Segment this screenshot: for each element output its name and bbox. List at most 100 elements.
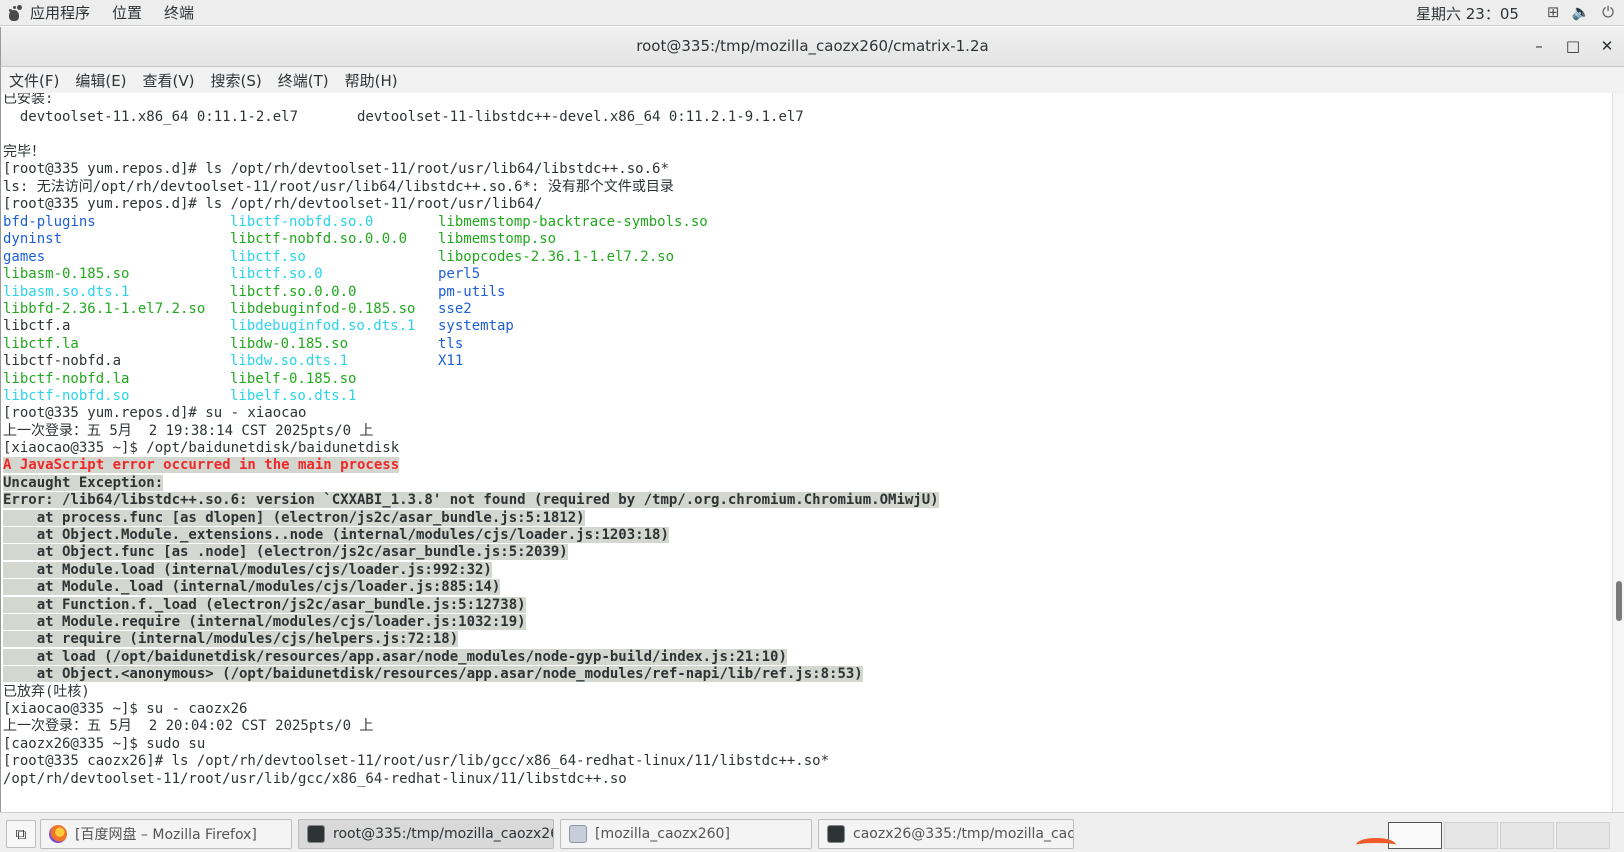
- ls-entry: libelf.so.dts.1: [230, 388, 357, 404]
- menu-file[interactable]: 文件(F): [9, 70, 59, 91]
- ls-entry: games: [3, 248, 46, 265]
- places-menu[interactable]: 位置: [112, 2, 142, 23]
- workspace-switcher: [1388, 822, 1610, 849]
- workspace-4[interactable]: [1556, 822, 1610, 849]
- gnome-foot-icon: [6, 4, 24, 22]
- ls-entry: libelf-0.185.so: [230, 370, 357, 387]
- terminal-output[interactable]: 已安装: devtoolset-11.x86_64 0:11.1-2.el7 d…: [0, 93, 1612, 812]
- volume-icon[interactable]: 🔈: [1571, 3, 1590, 21]
- scrollbar-thumb[interactable]: [1616, 581, 1622, 621]
- stack-trace-line: at Object.func [as .node] (electron/js2c…: [3, 544, 568, 560]
- ls-entry: libdw-0.185.so: [230, 335, 349, 352]
- ls-entry: X11: [438, 353, 464, 370]
- clock[interactable]: 星期六 23：05: [1416, 3, 1519, 24]
- task-terminal-root[interactable]: root@335:/tmp/mozilla_caozx260/…: [298, 819, 554, 849]
- ls-entry: tls: [438, 335, 464, 352]
- terminal-line: /opt/rh/devtoolset-11/root/usr/lib/gcc/x…: [3, 771, 627, 787]
- task-file-manager[interactable]: [mozilla_caozx260]: [560, 819, 812, 849]
- ls-entry: libasm-0.185.so: [3, 266, 130, 283]
- terminal-line: devtoolset-11.x86_64 0:11.1-2.el7 devtoo…: [3, 109, 804, 125]
- stack-trace-line: at Object.<anonymous> (/opt/baidunetdisk…: [3, 666, 863, 682]
- menu-terminal[interactable]: 终端(T): [278, 70, 329, 91]
- terminal-line: [xiaocao@335 ~]$ /opt/baidunetdisk/baidu…: [3, 440, 400, 456]
- error-line: Error: /lib64/libstdc++.so.6: version `C…: [3, 492, 939, 508]
- ls-entry: libdw.so.dts.1: [230, 353, 349, 370]
- ls-entry: libctf.a: [3, 318, 71, 335]
- workspace-2[interactable]: [1444, 822, 1498, 849]
- task-firefox[interactable]: [百度网盘 – Mozilla Firefox]: [40, 819, 292, 849]
- ls-entry: systemtap: [438, 318, 514, 335]
- ls-entry: libctf-nobfd.so.0: [230, 214, 374, 230]
- workspace-3[interactable]: [1500, 822, 1554, 849]
- stack-trace-line: at Module._load (internal/modules/cjs/lo…: [3, 579, 501, 595]
- stack-trace-line: at require (internal/modules/cjs/helpers…: [3, 631, 459, 647]
- error-heading: A JavaScript error occurred in the main …: [3, 457, 400, 473]
- workspace-1[interactable]: [1388, 822, 1442, 849]
- show-desktop-button[interactable]: ⧉: [6, 820, 36, 848]
- task-label: [mozilla_caozx260]: [595, 826, 730, 842]
- ls-entry: libasm.so.dts.1: [3, 283, 130, 300]
- terminal-line: [root@335 yum.repos.d]# ls /opt/rh/devto…: [3, 161, 669, 177]
- applications-menu[interactable]: 应用程序: [30, 2, 90, 23]
- ls-entry: libctf-nobfd.so: [3, 388, 130, 404]
- menubar: 文件(F) 编辑(E) 查看(V) 搜索(S) 终端(T) 帮助(H): [0, 67, 1624, 93]
- ls-entry: libctf-nobfd.so.0.0.0: [230, 231, 408, 248]
- terminal-line: 已放弃(吐核): [3, 684, 90, 700]
- ls-entry: libdebuginfod-0.185.so: [230, 301, 416, 317]
- menu-search[interactable]: 搜索(S): [211, 70, 262, 91]
- window-titlebar[interactable]: root@335:/tmp/mozilla_caozx260/cmatrix-1…: [0, 27, 1624, 67]
- stack-trace-line: at Module.load (internal/modules/cjs/loa…: [3, 562, 492, 578]
- menu-help[interactable]: 帮助(H): [345, 70, 398, 91]
- firefox-icon: [49, 825, 67, 843]
- stack-trace-line: at process.func [as dlopen] (electron/js…: [3, 510, 585, 526]
- ls-entry: libctf.so.0: [230, 266, 323, 283]
- minimize-button[interactable]: –: [1522, 33, 1556, 59]
- ls-entry: sse2: [438, 301, 472, 317]
- menu-view[interactable]: 查看(V): [143, 70, 195, 91]
- ls-entry: dyninst: [3, 231, 63, 248]
- task-label: root@335:/tmp/mozilla_caozx260/…: [333, 826, 553, 842]
- terminal-line: 完毕！: [3, 144, 45, 160]
- ls-entry: libctf.so: [230, 248, 306, 265]
- terminal-line: 上一次登录：五 5月 2 20:04:02 CST 2025pts/0 上: [3, 718, 374, 734]
- terminal-scrollbar[interactable]: [1612, 93, 1624, 812]
- ls-entry: libdebuginfod.so.dts.1: [230, 318, 416, 335]
- terminal-line: 已安装:: [3, 93, 54, 107]
- error-line: Uncaught Exception:: [3, 475, 164, 491]
- stack-trace-line: at load (/opt/baidunetdisk/resources/app…: [3, 649, 787, 665]
- terminal-line: 上一次登录：五 5月 2 19:38:14 CST 2025pts/0 上: [3, 423, 374, 439]
- ls-entry: perl5: [438, 266, 481, 283]
- ls-entry: libmemstomp-backtrace-symbols.so: [438, 214, 708, 230]
- terminal-app-menu[interactable]: 终端: [164, 2, 194, 23]
- terminal-line: [root@335 caozx26]# ls /opt/rh/devtoolse…: [3, 753, 830, 769]
- terminal-line: [root@335 yum.repos.d]# su - xiaocao: [3, 405, 307, 421]
- network-icon[interactable]: ⊞: [1547, 3, 1560, 21]
- menu-edit[interactable]: 编辑(E): [75, 70, 126, 91]
- stack-trace-line: at Function.f._load (electron/js2c/asar_…: [3, 597, 526, 613]
- terminal-icon: [307, 825, 325, 843]
- ls-entry: libctf-nobfd.la: [3, 370, 130, 387]
- ls-entry: libmemstomp.so: [438, 231, 557, 248]
- top-panel: 应用程序 位置 终端 星期六 23：05 ⊞ 🔈 ⏻: [0, 0, 1624, 26]
- ls-entry: libctf.la: [3, 335, 79, 352]
- task-label: [百度网盘 – Mozilla Firefox]: [75, 827, 257, 843]
- power-icon[interactable]: ⏻: [1602, 3, 1614, 21]
- terminal-line: [xiaocao@335 ~]$ su - caozx26: [3, 701, 248, 717]
- ls-entry: libbfd-2.36.1-1.el7.2.so: [3, 301, 206, 317]
- ls-entry: bfd-plugins: [3, 214, 96, 230]
- ls-entry: pm-utils: [438, 283, 506, 300]
- stack-trace-line: at Module.require (internal/modules/cjs/…: [3, 614, 526, 630]
- terminal-line: [root@335 yum.repos.d]# ls /opt/rh/devto…: [3, 196, 543, 212]
- terminal-line: ls: 无法访问/opt/rh/devtoolset-11/root/usr/l…: [3, 179, 674, 195]
- task-terminal-caozx26[interactable]: caozx26@335:/tmp/mozilla_caozx…: [818, 819, 1074, 849]
- ls-entry: libctf-nobfd.a: [3, 353, 122, 370]
- ls-entry: libctf.so.0.0.0: [230, 283, 357, 300]
- close-button[interactable]: ✕: [1590, 33, 1624, 59]
- annotation-mark: [1356, 838, 1396, 852]
- window-title: root@335:/tmp/mozilla_caozx260/cmatrix-1…: [636, 37, 989, 55]
- terminal-icon: [827, 825, 845, 843]
- maximize-button[interactable]: □: [1556, 33, 1590, 59]
- task-label: caozx26@335:/tmp/mozilla_caozx…: [853, 826, 1073, 842]
- folder-icon: [569, 825, 587, 843]
- ls-entry: libopcodes-2.36.1-1.el7.2.so: [438, 248, 675, 265]
